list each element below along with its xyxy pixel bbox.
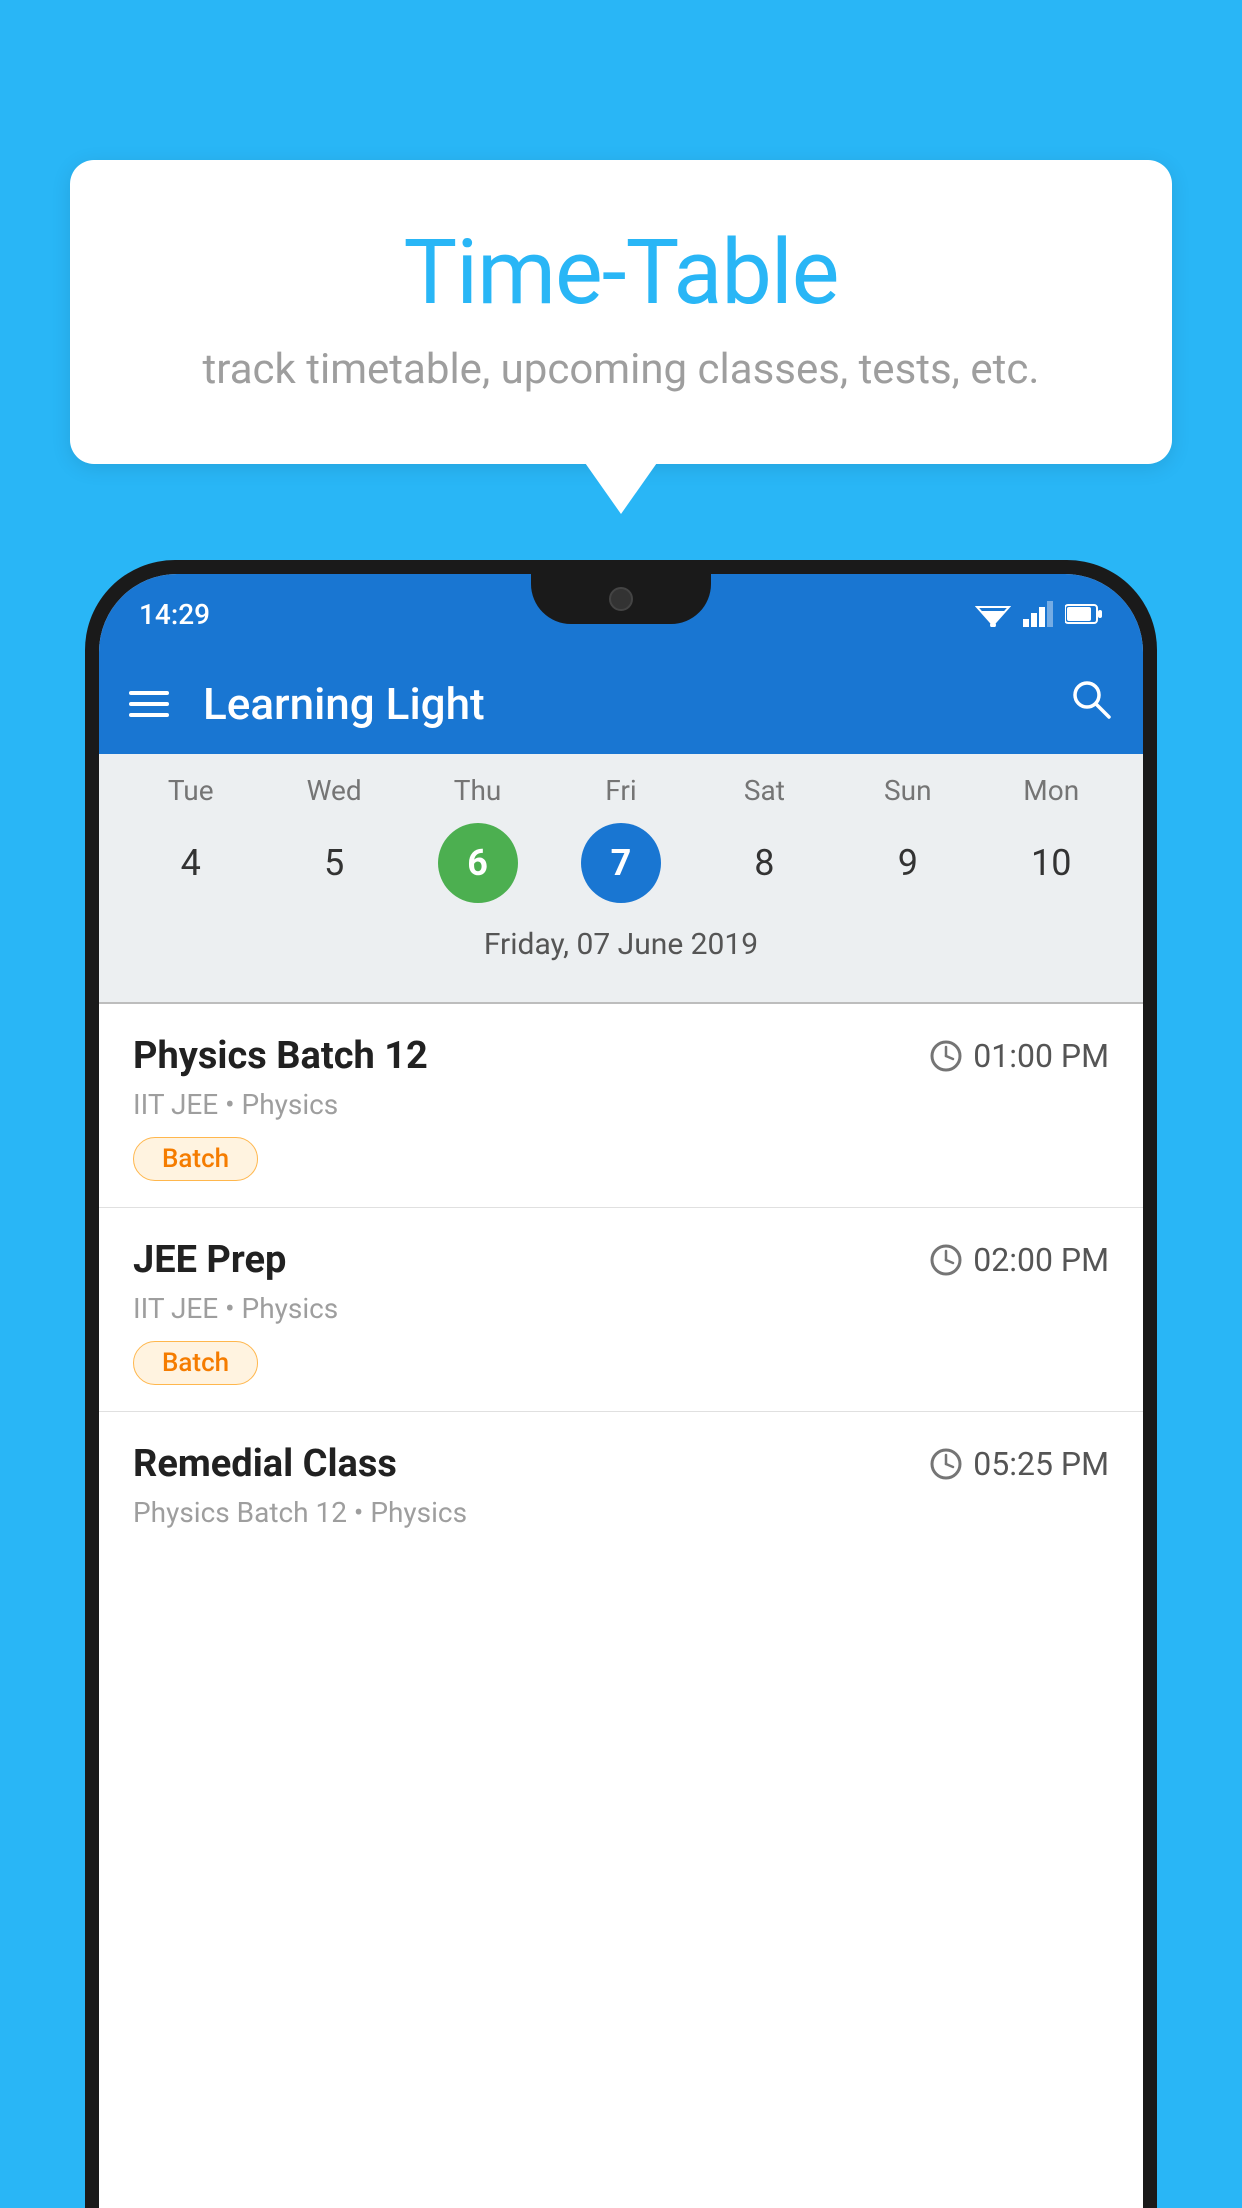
search-button[interactable] — [1069, 677, 1113, 732]
menu-line-3 — [129, 713, 169, 717]
clock-icon-1 — [929, 1039, 963, 1073]
camera — [609, 587, 633, 611]
clock-icon-3 — [929, 1447, 963, 1481]
schedule-list: Physics Batch 12 01:00 PM IIT JEE • Phys… — [99, 1004, 1143, 2208]
day-headers: Tue Wed Thu Fri Sat Sun Mon — [99, 774, 1143, 807]
menu-line-2 — [129, 702, 169, 706]
clock-icon-2 — [929, 1243, 963, 1277]
schedule-item-3-time: 05:25 PM — [929, 1445, 1109, 1483]
phone-frame: 14:29 — [85, 560, 1157, 2208]
bubble-subtitle: track timetable, upcoming classes, tests… — [150, 345, 1092, 394]
day-10[interactable]: 10 — [1011, 823, 1091, 903]
selected-date-label: Friday, 07 June 2019 — [99, 919, 1143, 978]
day-header-fri: Fri — [581, 774, 661, 807]
day-header-mon: Mon — [1011, 774, 1091, 807]
day-8[interactable]: 8 — [724, 823, 804, 903]
search-icon — [1069, 677, 1113, 721]
schedule-item-2[interactable]: JEE Prep 02:00 PM IIT JEE • Physics Batc… — [99, 1208, 1143, 1412]
schedule-item-1[interactable]: Physics Batch 12 01:00 PM IIT JEE • Phys… — [99, 1004, 1143, 1208]
day-7-selected[interactable]: 7 — [581, 823, 661, 903]
day-header-sat: Sat — [724, 774, 804, 807]
wifi-icon — [975, 601, 1011, 627]
app-bar: Learning Light — [99, 654, 1143, 754]
day-5[interactable]: 5 — [294, 823, 374, 903]
notch — [531, 574, 711, 624]
app-title: Learning Light — [203, 678, 1045, 730]
speech-bubble-container: Time-Table track timetable, upcoming cla… — [70, 160, 1172, 464]
day-header-tue: Tue — [151, 774, 231, 807]
day-6-today[interactable]: 6 — [438, 823, 518, 903]
menu-line-1 — [129, 691, 169, 695]
day-header-sun: Sun — [868, 774, 948, 807]
schedule-item-2-name: JEE Prep — [133, 1238, 286, 1282]
status-icons — [975, 601, 1103, 627]
schedule-item-2-time: 02:00 PM — [929, 1241, 1109, 1279]
schedule-item-1-top: Physics Batch 12 01:00 PM — [133, 1034, 1109, 1078]
schedule-item-3-top: Remedial Class 05:25 PM — [133, 1442, 1109, 1486]
schedule-item-3[interactable]: Remedial Class 05:25 PM Physics Batch 12… — [99, 1412, 1143, 1571]
day-4[interactable]: 4 — [151, 823, 231, 903]
day-header-wed: Wed — [294, 774, 374, 807]
day-9[interactable]: 9 — [868, 823, 948, 903]
day-header-thu: Thu — [438, 774, 518, 807]
signal-icon — [1023, 601, 1053, 627]
speech-bubble: Time-Table track timetable, upcoming cla… — [70, 160, 1172, 464]
phone-inner: 14:29 — [99, 574, 1143, 2208]
status-bar: 14:29 — [99, 574, 1143, 654]
schedule-item-2-badge: Batch — [133, 1341, 258, 1385]
battery-icon — [1065, 603, 1103, 625]
schedule-item-1-name: Physics Batch 12 — [133, 1034, 428, 1078]
schedule-item-2-top: JEE Prep 02:00 PM — [133, 1238, 1109, 1282]
schedule-item-1-sub: IIT JEE • Physics — [133, 1088, 1109, 1121]
schedule-item-3-name: Remedial Class — [133, 1442, 397, 1486]
schedule-item-1-time: 01:00 PM — [929, 1037, 1109, 1075]
schedule-item-1-badge: Batch — [133, 1137, 258, 1181]
schedule-item-2-sub: IIT JEE • Physics — [133, 1292, 1109, 1325]
day-numbers: 4 5 6 7 8 9 10 — [99, 823, 1143, 903]
bubble-title: Time-Table — [150, 220, 1092, 325]
calendar-strip: Tue Wed Thu Fri Sat Sun Mon 4 5 6 7 8 9 … — [99, 754, 1143, 988]
menu-button[interactable] — [129, 691, 169, 717]
status-time: 14:29 — [139, 598, 210, 631]
schedule-item-3-sub: Physics Batch 12 • Physics — [133, 1496, 1109, 1529]
